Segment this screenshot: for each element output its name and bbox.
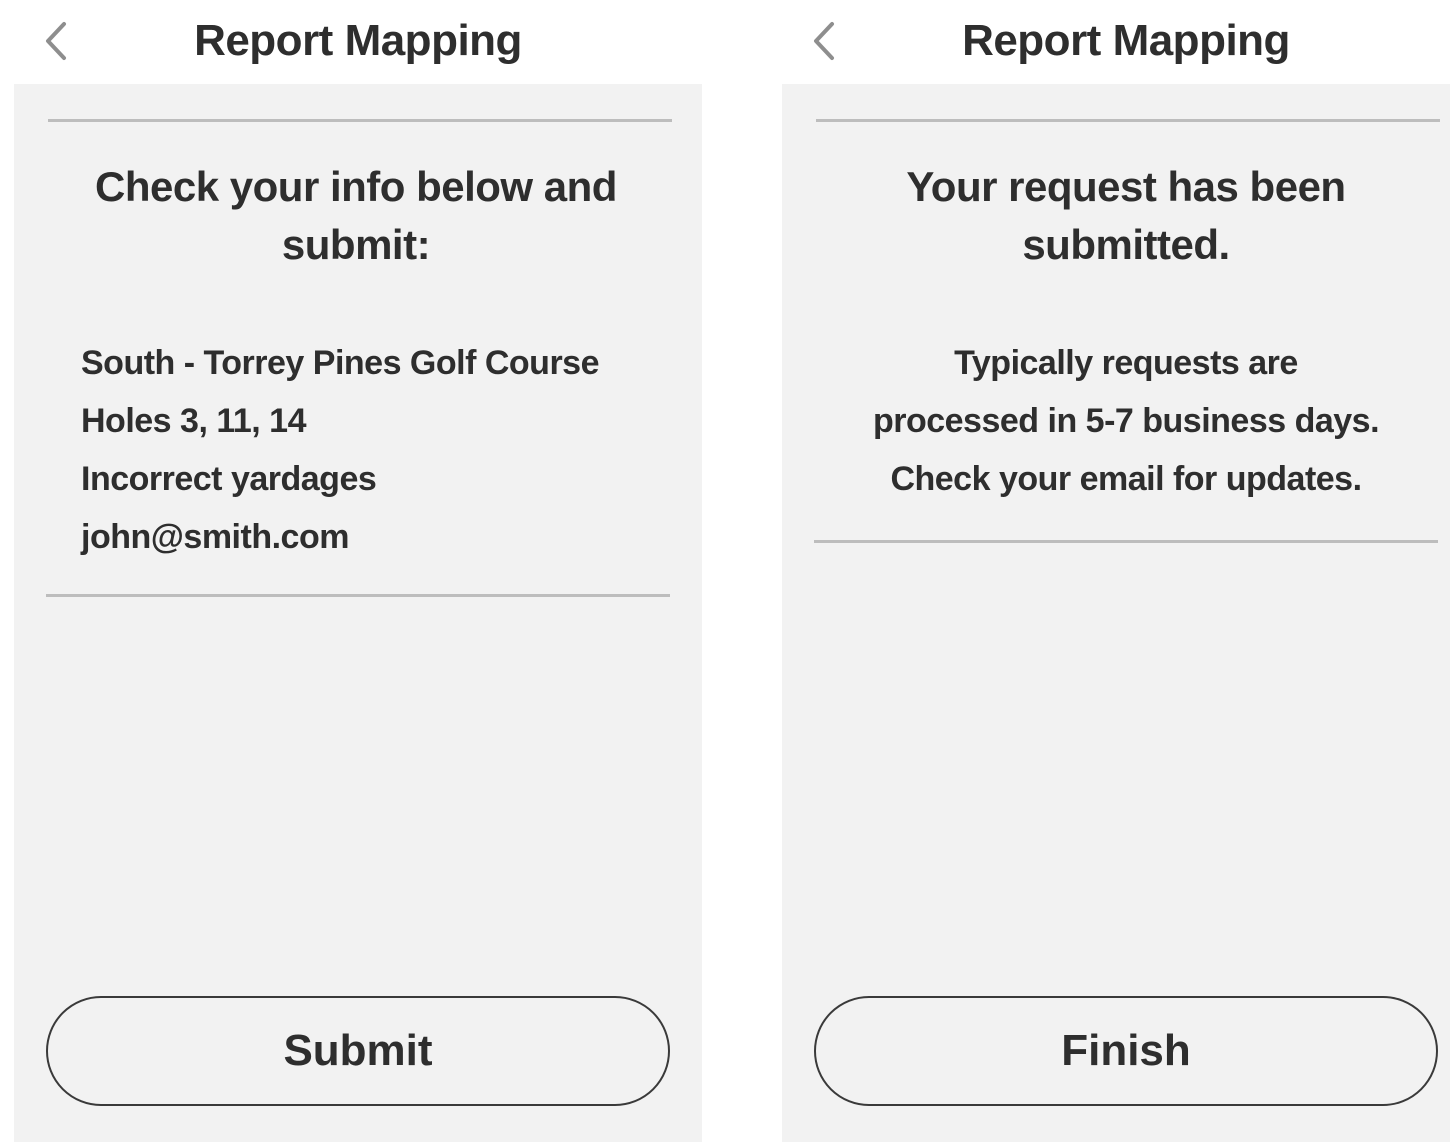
heading-line: Check your info below and xyxy=(95,163,617,210)
content-panel: Your request has been submitted. Typical… xyxy=(782,84,1450,1142)
holes: Holes 3, 11, 14 xyxy=(81,402,307,440)
confirm-screen: Report Mapping Check your info below and… xyxy=(14,0,702,1142)
bottom-divider xyxy=(814,540,1438,543)
success-screen: Report Mapping Your request has been sub… xyxy=(782,0,1450,1142)
page-title: Report Mapping xyxy=(962,16,1290,65)
heading-line: submit: xyxy=(281,221,431,268)
success-message: Typically requests are processed in 5-7 … xyxy=(802,334,1450,508)
message-line: processed in 5-7 business days. xyxy=(872,402,1380,440)
page-title: Report Mapping xyxy=(194,16,522,65)
email: john@smith.com xyxy=(81,518,349,556)
top-divider xyxy=(816,119,1440,122)
heading-line: Your request has been xyxy=(906,163,1346,210)
heading-line: submitted. xyxy=(1022,221,1230,268)
course-name: South - Torrey Pines Golf Course xyxy=(81,344,600,382)
bottom-divider xyxy=(46,594,670,597)
issue-type: Incorrect yardages xyxy=(81,460,377,498)
header: Report Mapping xyxy=(782,0,1450,84)
content-panel: Check your info below and submit: South … xyxy=(14,84,702,1142)
confirm-heading: Check your info below and submit: xyxy=(10,158,702,274)
top-divider xyxy=(48,119,672,122)
success-heading: Your request has been submitted. xyxy=(802,158,1450,274)
message-line: Typically requests are xyxy=(954,344,1298,382)
submit-button[interactable]: Submit xyxy=(46,996,670,1106)
header: Report Mapping xyxy=(14,0,702,84)
info-list: South - Torrey Pines Golf Course Holes 3… xyxy=(81,334,600,566)
message-line: Check your email for updates. xyxy=(890,460,1362,498)
finish-button[interactable]: Finish xyxy=(814,996,1438,1106)
